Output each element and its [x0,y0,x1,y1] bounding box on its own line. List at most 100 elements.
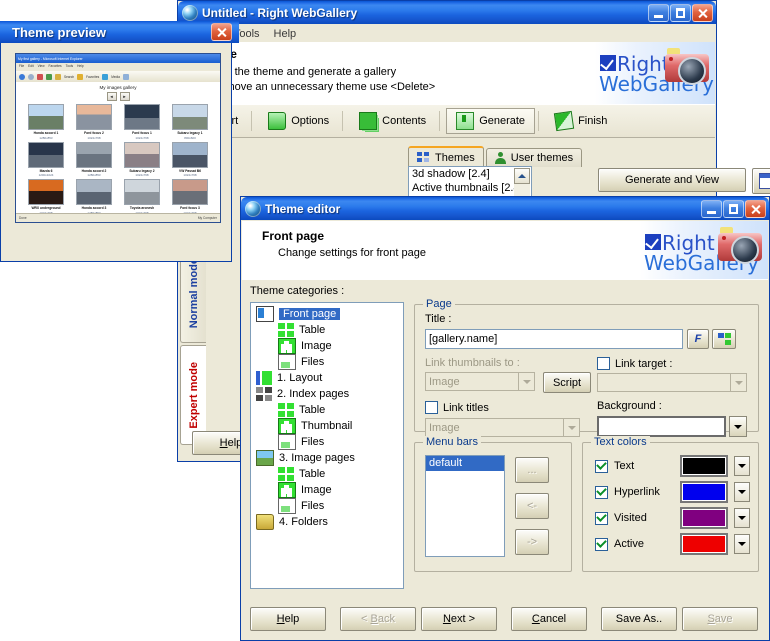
gallery-thumbnail-image[interactable] [172,142,208,168]
gallery-thumbnail-cell[interactable]: Honda accord 31280x853 [70,179,118,214]
mode-tab-expert[interactable]: Expert mode [180,345,206,445]
text-color-dropdown-button[interactable] [734,482,750,502]
window-preview-button[interactable] [752,168,770,194]
tree-node[interactable]: 4. Folders [251,514,403,530]
theme-list-item[interactable]: 3d shadow [2.4] [409,167,531,181]
gallery-thumbnail-image[interactable] [76,104,112,130]
gallery-next-button-top[interactable]: ► [120,92,130,101]
gallery-thumbnail-image[interactable] [28,104,64,130]
editor-back-button[interactable]: < Back [340,607,416,631]
theme-list-item[interactable]: Active thumbnails [2.4] [409,181,531,195]
gallery-thumbnail-cell[interactable]: Ford focus 21024x768 [70,104,118,140]
gallery-thumbnail-image[interactable] [28,142,64,168]
editor-minimize-button[interactable] [701,200,722,218]
tree-node[interactable]: Front page [251,306,403,322]
gallery-thumbnail-image[interactable] [172,104,208,130]
app-icon [182,5,198,21]
tree-node[interactable]: Table [251,402,403,418]
text-color-dropdown-button[interactable] [734,508,750,528]
gallery-thumbnail-image[interactable] [28,179,64,205]
gallery-thumbnail-image[interactable] [124,104,160,130]
toolbar-button-options[interactable]: Options [258,108,339,134]
gallery-thumbnail-cell[interactable]: WRX underground1024x768 [22,179,70,214]
maximize-button[interactable] [670,4,691,22]
tree-node[interactable]: Files [251,434,403,450]
gallery-thumbnail-cell[interactable]: Ford focus 31024x768 [166,179,214,214]
tree-node[interactable]: 3. Image pages [251,450,403,466]
gallery-thumbnail-cell[interactable]: Subaru legacy 1800x600 [166,104,214,140]
menu-bars-list[interactable]: default [425,455,505,557]
editor-cancel-button[interactable]: Cancel [511,607,587,631]
editor-save-as-button[interactable]: Save As.. [601,607,677,631]
theme-categories-tree[interactable]: Front pageTableImageFiles1. Layout2. Ind… [250,302,404,589]
link-titles-select[interactable]: Image [425,418,580,437]
editor-help-button[interactable]: Help [250,607,326,631]
toolbar-button-generate[interactable]: Generate [446,108,535,134]
gallery-thumbnail-cell[interactable]: Honda accord 11280x853 [22,104,70,140]
gallery-thumbnail-cell[interactable]: Mazda 61200x1024 [22,142,70,178]
gallery-thumbnail-cell[interactable]: Subaru legacy 21024x768 [118,142,166,178]
gallery-thumbnail-image[interactable] [172,179,208,205]
text-color-checkbox[interactable] [595,512,608,525]
gallery-thumbnail-cell[interactable]: VW Passat B61024x768 [166,142,214,178]
tree-node[interactable]: Image [251,338,403,354]
tab-themes[interactable]: Themes [408,146,484,167]
generate-and-view-button[interactable]: Generate and View [598,168,746,192]
text-color-checkbox[interactable] [595,460,608,473]
tree-node[interactable]: Table [251,322,403,338]
editor-next-button[interactable]: Next > [421,607,497,631]
menu-help[interactable]: Help [274,28,297,40]
tree-node[interactable]: 1. Layout [251,370,403,386]
scroll-up-button[interactable] [514,168,530,184]
title-label: Title : [425,313,452,325]
preview-titlebar[interactable]: Theme preview [0,21,239,43]
gallery-prev-button-top[interactable]: ◄ [107,92,117,101]
tree-node[interactable]: Files [251,354,403,370]
tree-node[interactable]: Image [251,482,403,498]
menu-bars-move-left-button[interactable]: <- [515,493,549,519]
text-color-swatch[interactable] [680,507,728,529]
link-titles-checkbox[interactable] [425,401,438,414]
font-button[interactable]: F [687,329,709,349]
main-window-titlebar[interactable]: Untitled - Right WebGallery [178,1,716,24]
link-thumbnails-select[interactable]: Image [425,372,535,391]
tree-node[interactable]: Thumbnail [251,418,403,434]
text-color-swatch[interactable] [680,533,728,555]
editor-save-button[interactable]: Save [682,607,758,631]
tree-node[interactable]: 2. Index pages [251,386,403,402]
editor-close-button[interactable] [745,200,766,218]
gallery-thumbnail-image[interactable] [76,142,112,168]
minimize-button[interactable] [648,4,669,22]
tree-node[interactable]: Table [251,466,403,482]
text-color-swatch[interactable] [680,481,728,503]
insert-tag-button[interactable] [712,329,736,349]
background-color-select[interactable] [597,416,747,437]
gallery-thumbnail-cell[interactable]: Toyota aronesh1024x768 [118,179,166,214]
text-color-dropdown-button[interactable] [734,456,750,476]
gallery-thumbnail-cell[interactable]: Honda accord 21280x853 [70,142,118,178]
gallery-thumbnail-cell[interactable]: Ford focus 11024x768 [118,104,166,140]
link-target-select[interactable] [597,373,747,392]
toolbar-button-finish[interactable]: Finish [545,108,617,134]
script-button[interactable]: Script [543,372,591,393]
gallery-thumbnail-image[interactable] [124,142,160,168]
menu-bars-item-default[interactable]: default [426,456,504,471]
tab-user-themes[interactable]: User themes [486,148,582,167]
editor-titlebar[interactable]: Theme editor [241,197,769,220]
text-color-checkbox[interactable] [595,538,608,551]
close-button[interactable] [692,4,713,22]
text-color-dropdown-button[interactable] [734,534,750,554]
menu-bars-browse-button[interactable]: ... [515,457,549,483]
link-target-checkbox[interactable] [597,357,610,370]
preview-close-button[interactable] [211,23,232,41]
menu-bars-move-right-button[interactable]: -> [515,529,549,555]
gallery-thumbnail-image[interactable] [124,179,160,205]
text-color-swatch[interactable] [680,455,728,477]
toolbar-button-contents[interactable]: Contents [349,108,436,134]
text-color-checkbox[interactable] [595,486,608,499]
title-input[interactable]: [gallery.name] [425,329,683,349]
editor-maximize-button[interactable] [723,200,744,218]
gallery-thumbnail-image[interactable] [76,179,112,205]
tree-node-label: Thumbnail [301,420,352,432]
tree-node[interactable]: Files [251,498,403,514]
